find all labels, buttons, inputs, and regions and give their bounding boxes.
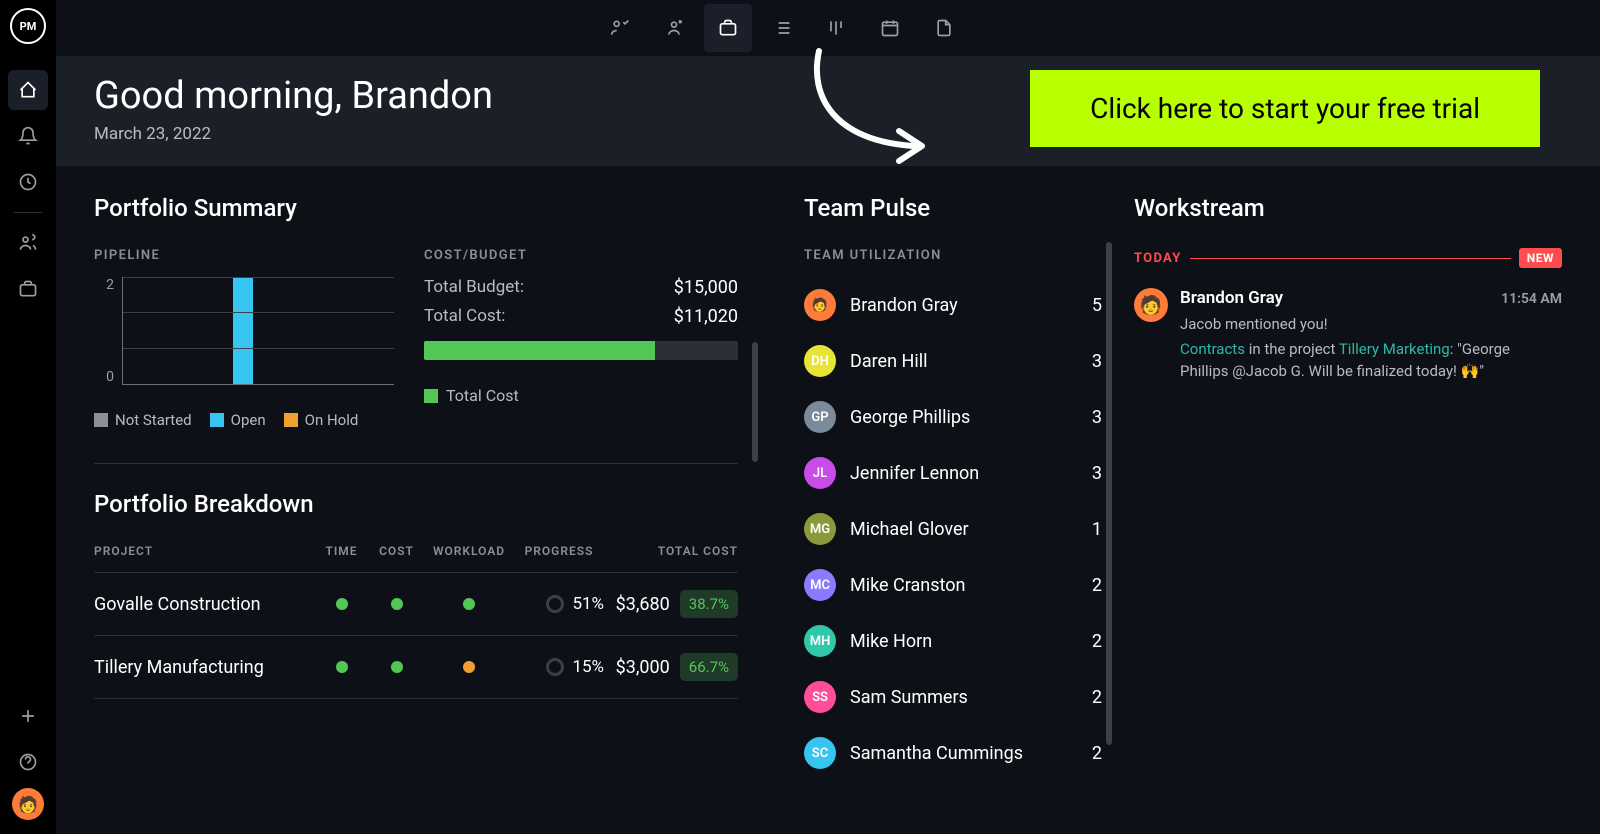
sidebar: PM 🧑 [0,0,56,834]
bell-icon[interactable] [8,116,48,156]
header: Good morning, Brandon March 23, 2022 Cli… [56,56,1600,166]
table-row[interactable]: Govalle Construction 51% $3,68038.7% [94,573,738,636]
cost-label: Total Cost: [424,306,505,327]
pipeline-label: PIPELINE [94,248,394,263]
team-row[interactable]: DHDaren Hill3 [804,337,1102,385]
cost-progress [424,341,738,360]
scrollbar[interactable] [1106,242,1112,814]
costbudget-label: COST/BUDGET [424,248,738,263]
budget-label: Total Budget: [424,277,524,298]
ws-message: Contracts in the project Tillery Marketi… [1180,339,1562,383]
portfolio-column: Portfolio Summary PIPELINE 20 [56,166,776,834]
legend-on-hold: On Hold [284,411,359,429]
topbar [56,0,1600,56]
table-row[interactable]: Tillery Manufacturing 15% $3,00066.7% [94,636,738,699]
team-row[interactable]: JLJennifer Lennon3 [804,449,1102,497]
calendar-icon[interactable] [866,4,914,52]
team-row[interactable]: 🧑Brandon Gray5 [804,281,1102,329]
logo[interactable]: PM [10,8,46,44]
persona2-icon[interactable] [650,4,698,52]
team-row[interactable]: MHMike Horn2 [804,617,1102,665]
home-icon[interactable] [8,70,48,110]
scrollbar[interactable] [752,342,758,822]
clock-icon[interactable] [8,162,48,202]
legend-open: Open [210,411,266,429]
user-avatar[interactable]: 🧑 [12,788,44,820]
file-icon[interactable] [920,4,968,52]
team-row[interactable]: GPGeorge Phillips3 [804,393,1102,441]
breakdown-header: PROJECT TIME COST WORKLOAD PROGRESS TOTA… [94,544,738,573]
board-icon[interactable] [812,4,860,52]
team-column: Team Pulse TEAM UTILIZATION 🧑Brandon Gra… [776,166,1116,834]
team-utilization-label: TEAM UTILIZATION [804,248,1102,263]
avatar: 🧑 [1134,288,1168,322]
people-icon[interactable] [8,223,48,263]
workstream-item[interactable]: 🧑 Brandon Gray 11:54 AM Jacob mentioned … [1134,288,1562,383]
list-icon[interactable] [758,4,806,52]
team-row[interactable]: SCSamantha Cummings2 [804,729,1102,777]
cost-value: $11,020 [674,306,738,327]
cost-legend: Total Cost [424,386,738,405]
briefcase-top-icon[interactable] [704,4,752,52]
budget-value: $15,000 [674,277,738,298]
team-row[interactable]: MGMichael Glover1 [804,505,1102,553]
date: March 23, 2022 [94,124,493,144]
workstream-title: Workstream [1134,194,1562,222]
plus-icon[interactable] [8,696,48,736]
ws-sub: Jacob mentioned you! [1180,315,1562,333]
help-icon[interactable] [8,742,48,782]
team-pulse-title: Team Pulse [804,194,1102,222]
ws-name: Brandon Gray [1180,288,1283,308]
workstream-column: Workstream TODAY NEW 🧑 Brandon Gray 11:5… [1116,166,1600,834]
breakdown-title: Portfolio Breakdown [94,490,738,518]
persona-icon[interactable] [596,4,644,52]
portfolio-summary-title: Portfolio Summary [94,194,738,222]
today-label: TODAY [1134,251,1182,266]
pipeline-chart: 20 [94,277,394,397]
greeting: Good morning, Brandon [94,74,493,118]
bar-open [233,277,253,384]
new-badge: NEW [1519,248,1562,268]
legend-not-started: Not Started [94,411,192,429]
briefcase-icon[interactable] [8,269,48,309]
cta-button[interactable]: Click here to start your free trial [1030,70,1540,147]
arrow-annotation [804,46,944,176]
ws-time: 11:54 AM [1501,291,1562,307]
team-row[interactable]: SSSam Summers2 [804,673,1102,721]
team-row[interactable]: MCMike Cranston2 [804,561,1102,609]
